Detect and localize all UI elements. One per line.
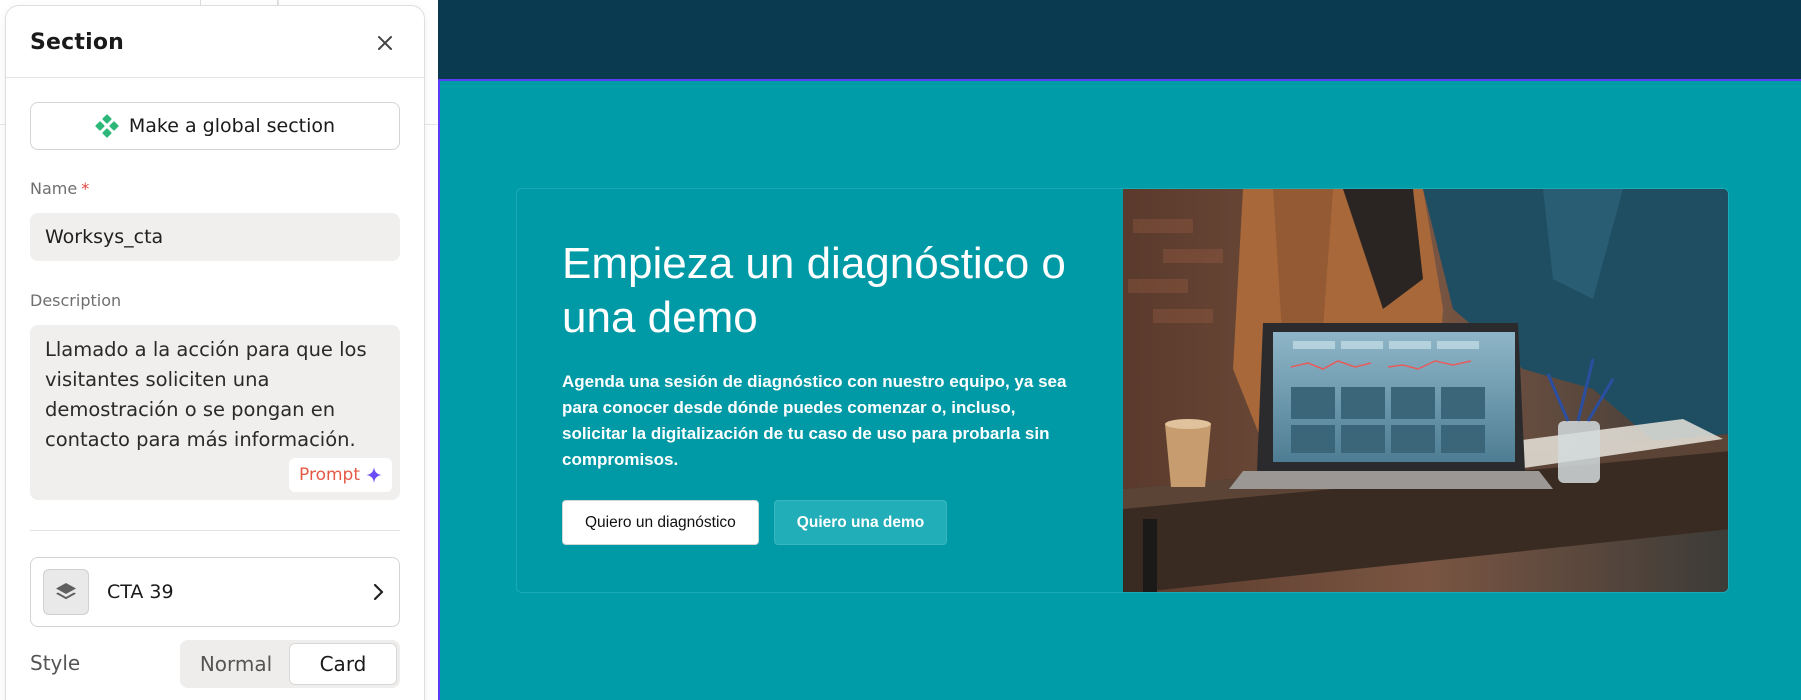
office-laptop-image xyxy=(1123,189,1728,592)
editor-stage: Section Make a global section Name * Work… xyxy=(0,0,1801,700)
required-marker: * xyxy=(81,179,90,198)
cta-buttons: Quiero un diagnóstico Quiero una demo xyxy=(562,500,948,545)
cta-text-block: Empieza un diagnóstico o una demo Agenda… xyxy=(562,237,1082,473)
name-label: Name * xyxy=(30,179,89,198)
cta-title: Empieza un diagnóstico o una demo xyxy=(562,239,1066,342)
diagnostic-button[interactable]: Quiero un diagnóstico xyxy=(562,500,759,545)
template-name: CTA 39 xyxy=(107,581,174,603)
description-label: Description xyxy=(30,291,122,310)
preview-header-section[interactable] xyxy=(438,0,1801,80)
style-option-card[interactable]: Card xyxy=(289,643,397,685)
demo-button[interactable]: Quiero una demo xyxy=(773,500,948,545)
description-text: Llamado a la acción para que los visitan… xyxy=(45,338,367,451)
style-option-normal[interactable]: Normal xyxy=(183,643,289,685)
close-icon[interactable] xyxy=(372,30,398,56)
make-global-section-button[interactable]: Make a global section xyxy=(30,102,400,150)
chevron-right-icon xyxy=(373,583,384,601)
cta-card: Empieza un diagnóstico o una demo Agenda… xyxy=(516,188,1729,593)
global-section-icon xyxy=(95,114,119,138)
panel-header: Section xyxy=(6,6,424,78)
description-field[interactable]: Llamado a la acción para que los visitan… xyxy=(30,325,400,500)
style-label: Style xyxy=(30,651,81,675)
make-global-section-label: Make a global section xyxy=(128,115,336,137)
style-toggle: Normal Card xyxy=(180,640,400,688)
layers-icon xyxy=(56,583,76,600)
prompt-button[interactable]: Prompt xyxy=(289,458,392,492)
section-panel: Section Make a global section Name * Work… xyxy=(5,5,425,700)
cta-subtitle: Agenda una sesión de diagnóstico con nue… xyxy=(562,372,1067,469)
prompt-label: Prompt xyxy=(299,465,360,485)
sparkle-icon xyxy=(366,467,382,483)
panel-title: Section xyxy=(30,30,125,55)
section-template-selector[interactable]: CTA 39 xyxy=(30,557,400,627)
name-label-text: Name xyxy=(30,179,78,198)
panel-divider xyxy=(30,530,400,531)
template-thumbnail xyxy=(43,569,89,615)
name-field[interactable]: Worksys_cta xyxy=(30,213,400,261)
